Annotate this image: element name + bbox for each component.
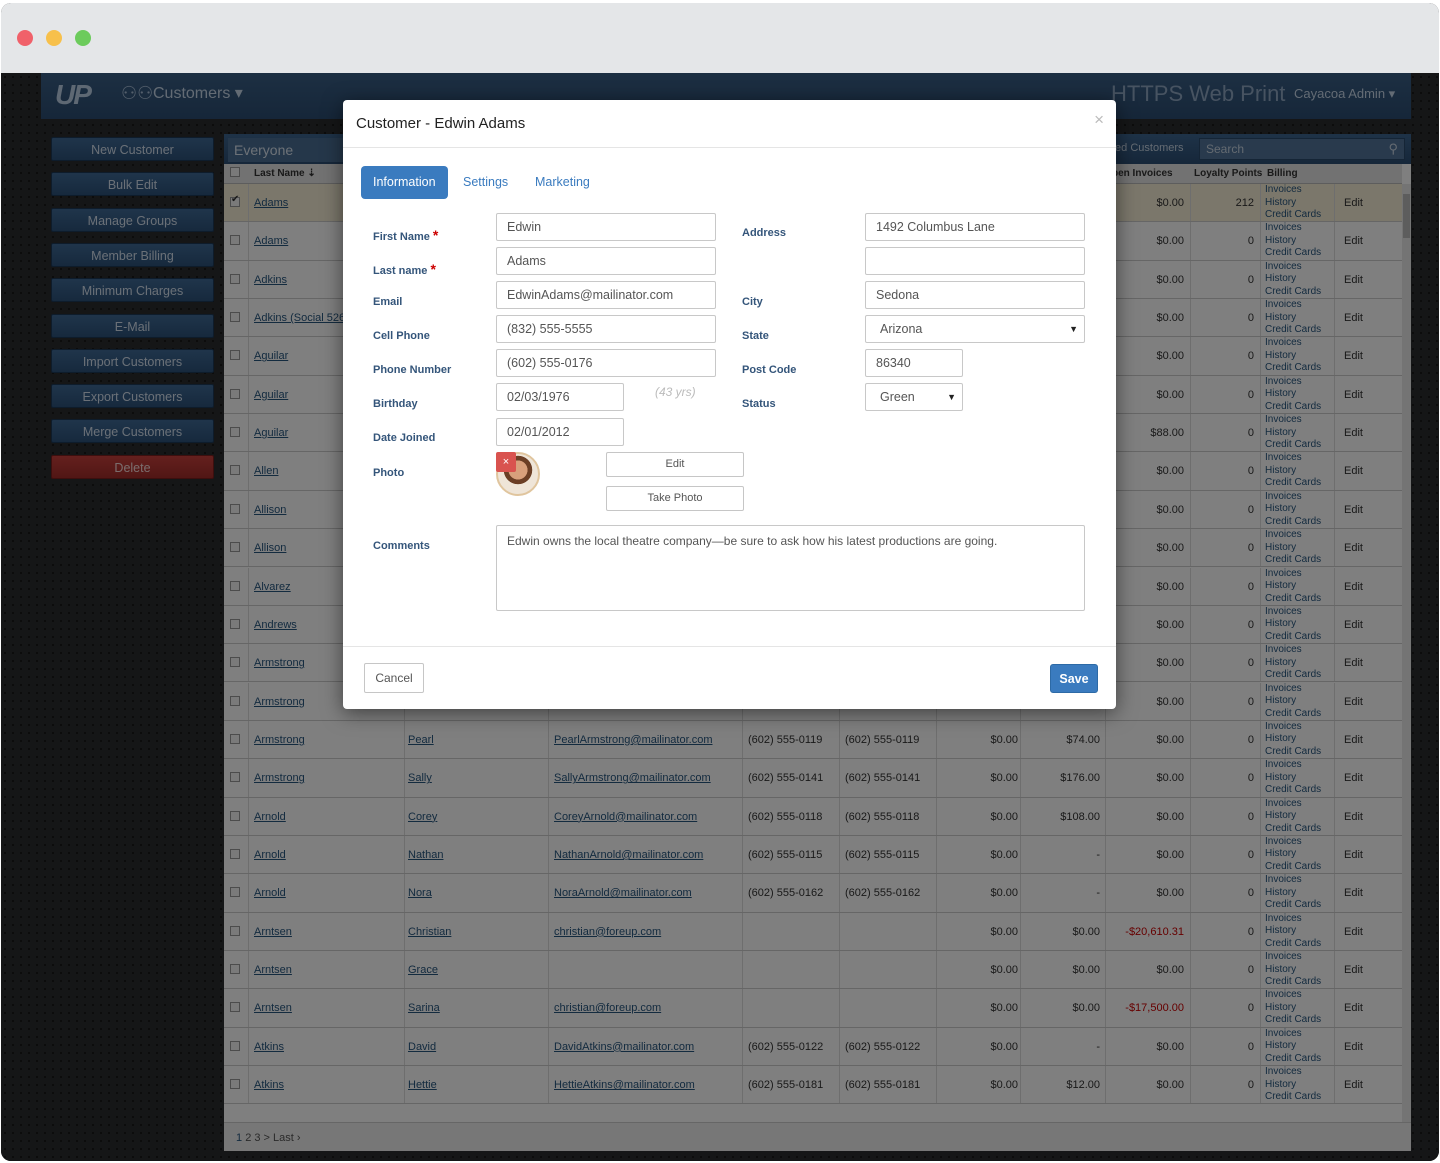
modal-title: Customer - Edwin Adams xyxy=(356,115,526,132)
status-value: Green xyxy=(880,390,915,404)
edit-photo-button[interactable]: Edit xyxy=(606,452,744,477)
tab-settings[interactable]: Settings xyxy=(451,166,520,199)
comments-textarea[interactable]: Edwin owns the local theatre company—be … xyxy=(496,525,1085,611)
first-name-label: First Name * xyxy=(373,227,439,243)
first-name-field[interactable]: Edwin xyxy=(496,213,716,241)
minimize-window-dot[interactable] xyxy=(46,30,62,46)
city-label: City xyxy=(742,296,763,308)
phone-number-field[interactable]: (602) 555-0176 xyxy=(496,349,716,377)
post-code-field[interactable]: 86340 xyxy=(865,349,963,377)
customer-modal: Customer - Edwin Adams × Information Set… xyxy=(343,100,1116,709)
modal-footer: Cancel Save xyxy=(343,646,1116,709)
chevron-down-icon: ▼ xyxy=(1069,324,1078,334)
status-label: Status xyxy=(742,398,776,410)
cell-phone-field[interactable]: (832) 555-5555 xyxy=(496,315,716,343)
take-photo-button[interactable]: Take Photo xyxy=(606,486,744,511)
address-line1-field[interactable]: 1492 Columbus Lane xyxy=(865,213,1085,241)
comments-label: Comments xyxy=(373,540,430,552)
last-name-label: Last name * xyxy=(373,261,436,277)
window-titlebar xyxy=(1,3,1439,73)
date-joined-label: Date Joined xyxy=(373,432,436,444)
city-field[interactable]: Sedona xyxy=(865,281,1085,309)
close-window-dot[interactable] xyxy=(17,30,33,46)
close-icon[interactable]: × xyxy=(1094,110,1104,130)
birthday-field[interactable]: 02/03/1976 xyxy=(496,383,624,411)
state-value: Arizona xyxy=(880,322,923,336)
state-select[interactable]: Arizona ▼ xyxy=(865,315,1085,343)
cancel-button[interactable]: Cancel xyxy=(364,663,424,693)
email-field[interactable]: EdwinAdams@mailinator.com xyxy=(496,281,716,309)
photo-label: Photo xyxy=(373,467,405,479)
date-joined-field[interactable]: 02/01/2012 xyxy=(496,418,624,446)
email-label: Email xyxy=(373,296,403,308)
birthday-label: Birthday xyxy=(373,398,418,410)
address-line2-field[interactable] xyxy=(865,247,1085,275)
tab-information[interactable]: Information xyxy=(361,166,448,199)
last-name-field[interactable]: Adams xyxy=(496,247,716,275)
chevron-down-icon: ▼ xyxy=(947,392,956,402)
state-label: State xyxy=(742,330,769,342)
status-select[interactable]: Green ▼ xyxy=(865,383,963,411)
cell-phone-label: Cell Phone xyxy=(373,330,430,342)
remove-photo-icon[interactable]: × xyxy=(496,452,516,472)
age-hint: (43 yrs) xyxy=(655,385,696,399)
save-button[interactable]: Save xyxy=(1050,664,1098,693)
tab-marketing[interactable]: Marketing xyxy=(523,166,602,199)
post-code-label: Post Code xyxy=(742,364,797,376)
maximize-window-dot[interactable] xyxy=(75,30,91,46)
phone-number-label: Phone Number xyxy=(373,364,452,376)
modal-header: Customer - Edwin Adams × xyxy=(343,100,1116,148)
address-label: Address xyxy=(742,227,787,239)
